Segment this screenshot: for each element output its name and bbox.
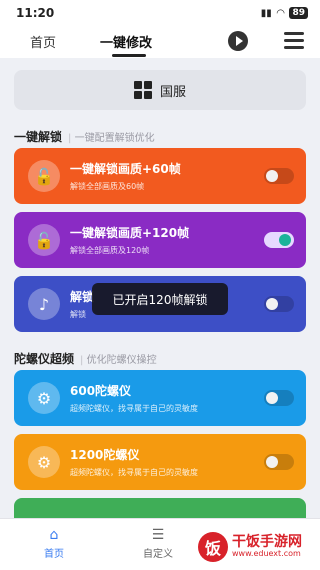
active-tab-indicator (112, 54, 146, 57)
card-title: 600陀螺仪 (70, 384, 132, 398)
clock: 11:20 (16, 6, 55, 20)
sliders-icon: ☰ (151, 527, 165, 543)
section-title: 一键解锁 (14, 130, 63, 144)
card-desc: 解锁 (70, 310, 86, 319)
tab-home[interactable]: 首页 (30, 32, 56, 51)
toggle-knob (266, 298, 278, 310)
section-title: 陀螺仪超频 (14, 352, 75, 366)
menu-icon[interactable] (284, 32, 304, 50)
card-gyro-600[interactable]: ⚙ 600陀螺仪 超频陀螺仪，找寻属于自己的灵敏度 (14, 370, 306, 426)
server-label: 国服 (159, 84, 186, 100)
toast-message: 已开启120帧解锁 (92, 283, 228, 315)
toggle-switch[interactable] (264, 454, 294, 470)
bottom-nav-label: 首页 (44, 549, 64, 560)
unlock-icon: 🔓 (28, 224, 60, 256)
status-bar: 11:20 ▮▮ ◠ 89 (0, 0, 320, 26)
toggle-switch[interactable] (264, 232, 294, 248)
toggle-knob (279, 234, 291, 246)
home-icon: ⌂ (49, 527, 59, 543)
tab-one-click-modify[interactable]: 一键修改 (100, 32, 152, 51)
card-desc: 超频陀螺仪，找寻属于自己的灵敏度 (70, 468, 198, 477)
toggle-knob (266, 392, 278, 404)
bottom-nav-home[interactable]: ⌂ 首页 (14, 525, 94, 560)
section-gyro: 陀螺仪超频 优化陀螺仪操控 (14, 350, 157, 367)
grid-icon (133, 81, 152, 99)
card-title: 解锁 (70, 290, 95, 304)
toggle-switch[interactable] (264, 168, 294, 184)
card-title: 1200陀螺仪 (70, 448, 140, 462)
play-icon[interactable] (228, 31, 248, 51)
status-icons: ▮▮ ◠ 89 (261, 7, 308, 19)
top-nav: 首页 一键修改 (0, 26, 320, 58)
card-title: 一键解锁画质+120帧 (70, 226, 190, 240)
section-subtitle: 优化陀螺仪操控 (80, 351, 157, 366)
site-logo-icon: 饭 (198, 532, 228, 562)
watermark-logo: 饭 干饭手游网 www.eduext.com (198, 528, 316, 566)
signal-icon: ▮▮ (260, 7, 272, 19)
card-gyro-1200[interactable]: ⚙ 1200陀螺仪 超频陀螺仪，找寻属于自己的灵敏度 (14, 434, 306, 490)
watermark-name: 干饭手游网 (232, 533, 302, 550)
card-desc: 解锁全部画质及120帧 (70, 246, 150, 255)
toggle-knob (266, 170, 278, 182)
card-unlock-60fps[interactable]: 🔓 一键解锁画质+60帧 解锁全部画质及60帧 (14, 148, 306, 204)
unlock-icon: 🔓 (28, 160, 60, 192)
server-select-button[interactable]: 国服 (14, 70, 306, 110)
toggle-switch[interactable] (264, 296, 294, 312)
bottom-nav-label: 自定义 (143, 549, 173, 560)
section-unlock: 一键解锁 一键配置解锁优化 (14, 128, 155, 145)
toggle-switch[interactable] (264, 390, 294, 406)
card-partial-hidden[interactable] (14, 498, 306, 518)
section-subtitle: 一键配置解锁优化 (68, 129, 155, 144)
gear-icon: ⚙ (28, 446, 60, 478)
watermark-url: www.eduext.com (232, 549, 301, 559)
wifi-icon: ◠ (276, 7, 285, 19)
card-desc: 超频陀螺仪，找寻属于自己的灵敏度 (70, 404, 198, 413)
watermark-text: 干饭手游网 www.eduext.com (232, 533, 302, 559)
card-unlock-120fps[interactable]: 🔓 一键解锁画质+120帧 解锁全部画质及120帧 (14, 212, 306, 268)
card-title: 一键解锁画质+60帧 (70, 162, 181, 176)
toggle-knob (266, 456, 278, 468)
battery-icon: 89 (289, 7, 308, 19)
card-desc: 解锁全部画质及60帧 (70, 182, 145, 191)
gear-icon: ⚙ (28, 382, 60, 414)
bottom-nav-custom[interactable]: ☰ 自定义 (118, 525, 198, 560)
music-note-icon: ♪ (28, 288, 60, 320)
